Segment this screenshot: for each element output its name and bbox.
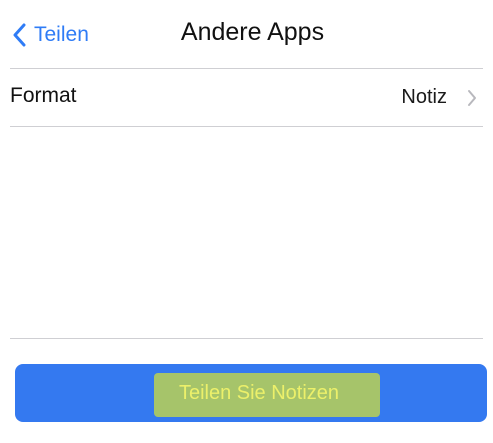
divider-bottom <box>10 338 483 339</box>
divider-format-row <box>10 126 483 127</box>
navigation-bar: Teilen Andere Apps <box>0 0 493 68</box>
chevron-right-icon <box>467 89 477 107</box>
page-title: Andere Apps <box>180 18 325 46</box>
format-row-value: Notiz <box>401 86 447 108</box>
share-notes-button-label: Teilen Sie Notizen <box>178 382 340 404</box>
share-notes-button[interactable]: Teilen Sie Notizen <box>15 364 487 422</box>
share-screen: Teilen Andere Apps Format Notiz Teilen S… <box>0 0 493 443</box>
format-row-label: Format <box>10 84 77 107</box>
format-row[interactable]: Format Notiz <box>10 69 483 126</box>
